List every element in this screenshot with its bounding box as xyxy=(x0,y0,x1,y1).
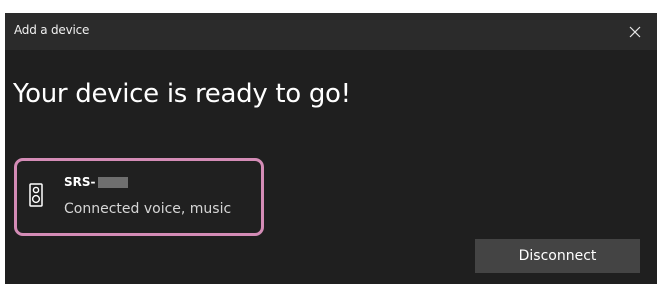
device-name: SRS- xyxy=(64,175,128,189)
page-title: Your device is ready to go! xyxy=(13,79,351,109)
redacted-block xyxy=(97,176,128,188)
device-name-text: SRS- xyxy=(64,175,96,189)
close-button[interactable] xyxy=(613,13,657,50)
title-bar: Add a device xyxy=(5,13,657,50)
disconnect-button[interactable]: Disconnect xyxy=(475,239,640,273)
device-status: Connected voice, music xyxy=(64,201,232,217)
speaker-icon xyxy=(29,183,43,207)
device-card[interactable]: SRS- Connected voice, music xyxy=(14,158,264,236)
add-device-dialog: Add a device Your device is ready to go!… xyxy=(5,13,657,284)
close-icon xyxy=(629,26,641,37)
window-title: Add a device xyxy=(14,23,90,37)
